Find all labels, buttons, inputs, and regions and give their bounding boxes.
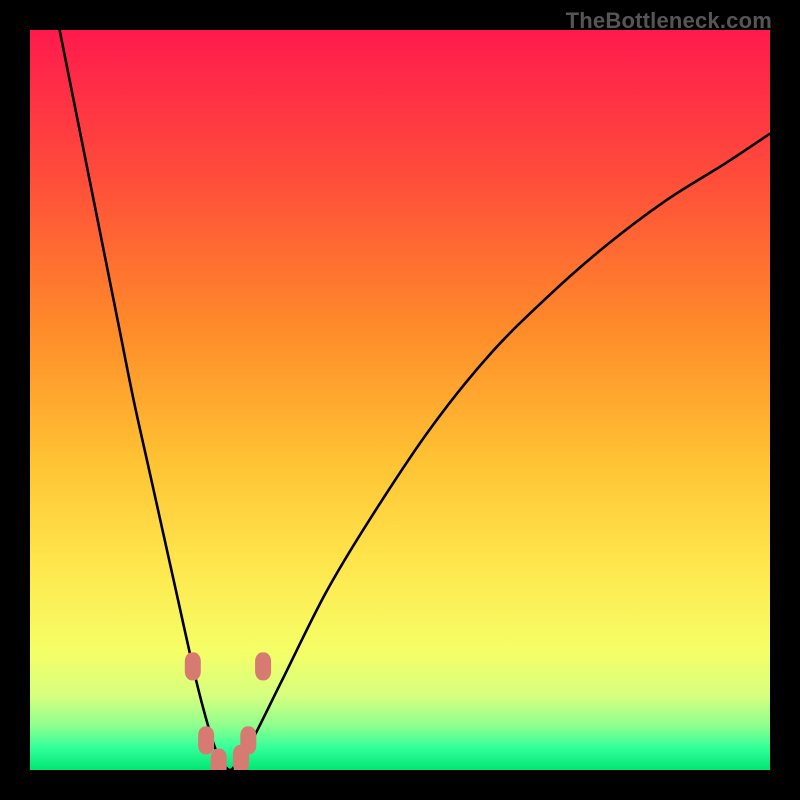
valley-marker [198,726,214,754]
valley-marker [255,652,271,680]
valley-marker [211,749,227,770]
plot-area [30,30,770,770]
valley-markers [185,652,271,770]
bottleneck-curve [60,30,770,770]
valley-marker [185,652,201,680]
valley-marker [240,726,256,754]
chart-frame: TheBottleneck.com [0,0,800,800]
curve-layer [30,30,770,770]
